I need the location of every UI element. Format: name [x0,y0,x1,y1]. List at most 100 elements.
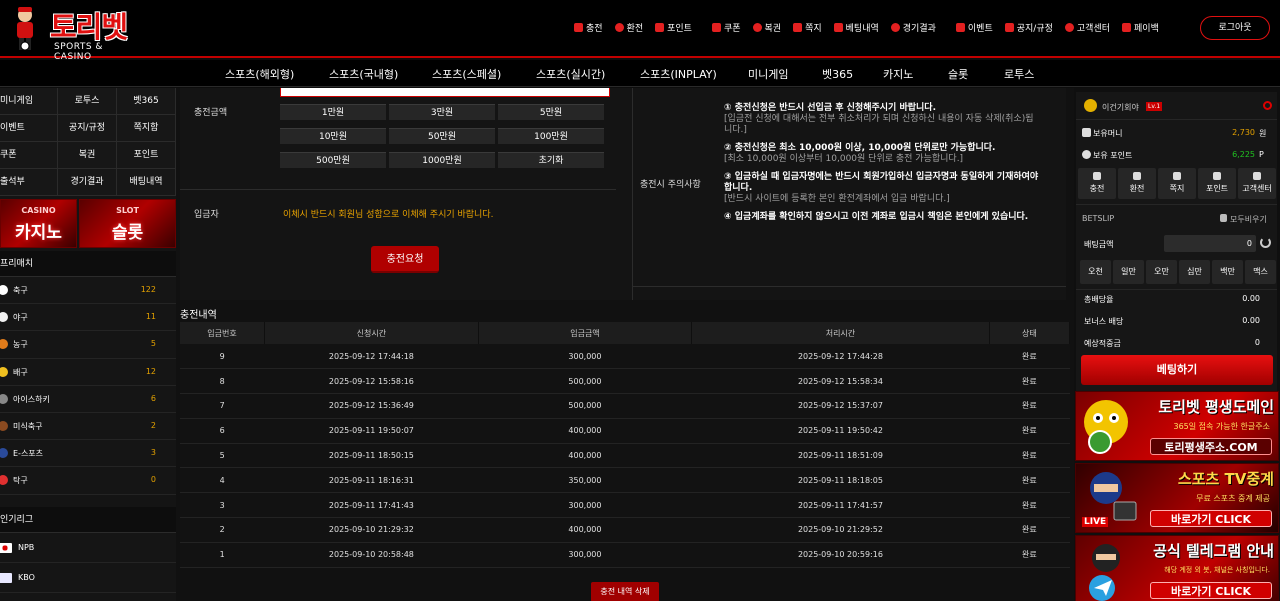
table-row: 9 2025-09-12 17:44:18 300,000 2025-09-12 17… [180,344,1070,370]
table-row: 4 2025-09-11 18:16:31 350,000 2025-09-11 18… [180,467,1070,494]
bet-button[interactable]: 베팅하기 [1081,355,1273,385]
bet-chip-button[interactable]: 오만 [1146,260,1177,284]
casino-banner[interactable]: CASINO 카지노 [0,199,77,248]
sport-item[interactable]: 농구 5 [0,331,176,359]
quick-menu-item[interactable]: 미니게임 [0,88,58,115]
main-nav-item[interactable]: 스포츠(스페셜) [432,66,501,82]
logo[interactable]: 토리벳 SPORTS & CASINO [10,4,135,62]
quick-menu-item[interactable]: 배팅내역 [117,169,176,196]
main-nav-item[interactable]: 벳365 [822,66,853,82]
main-nav-item[interactable]: 스포츠(실시간) [536,66,605,82]
reset-icon[interactable] [1260,237,1271,248]
main-nav-item[interactable]: 슬롯 [948,66,968,82]
amount-button[interactable]: 1만원 [280,104,386,120]
top-nav-item[interactable]: 이벤트 [955,21,993,34]
sport-item[interactable]: 야구 11 [0,304,176,332]
amount-button[interactable]: 10만원 [280,128,386,144]
user-quick-button[interactable]: 충전 [1078,168,1116,199]
column-header: 입금금액 [478,322,693,344]
top-nav-item[interactable]: 베팅내역 [833,21,879,34]
quick-menu-item[interactable]: 공지/규정 [58,115,117,142]
table-cell: 300,000 [478,344,692,370]
main-nav-item[interactable]: 로투스 [1004,66,1034,82]
right-sidebar: 이건기회야 Lv.1 보유머니 2,730 원 보유 포인트 6,225 P 충… [1074,88,1280,601]
sport-item[interactable]: 탁구 0 [0,467,176,495]
top-nav-item[interactable]: 페이백 [1122,21,1159,34]
top-nav-item[interactable]: 환전 [614,21,643,34]
amount-button[interactable]: 50만원 [389,128,495,144]
domain-banner-sub: 365일 접속 가능한 한글주소 [1173,422,1271,431]
top-nav-item[interactable]: 복권 [752,21,781,34]
quick-menu-item[interactable]: 로투스 [58,88,117,115]
quick-menu-item[interactable]: 경기결과 [58,169,117,196]
bet-chip-button[interactable]: 일만 [1113,260,1144,284]
refresh-icon[interactable] [1263,101,1272,110]
amount-button[interactable]: 500만원 [280,152,386,168]
user-quick-button[interactable]: 쪽지 [1158,168,1196,199]
sport-item[interactable]: 배구 12 [0,358,176,386]
league-name: KBO [18,572,35,582]
top-nav-item[interactable]: 포인트 [655,21,692,34]
charge-amount-input[interactable] [280,88,610,97]
table-cell: 2025-09-11 19:50:07 [264,418,479,444]
league-item[interactable]: MLB [0,592,176,601]
league-item[interactable]: KBO [0,562,176,593]
amount-button[interactable]: 5만원 [498,104,604,120]
bet-chip-button[interactable]: 백만 [1212,260,1243,284]
table-cell: 3 [180,492,265,519]
trash-icon[interactable] [1220,214,1227,222]
bet-chip-button[interactable]: 오천 [1080,260,1111,284]
sport-ball-icon [0,285,8,295]
notice-detail: [입금전 신청에 대해서는 전부 취소처리가 되며 신청하신 내용이 자동 삭제… [724,114,1034,124]
wallet-icon [574,23,583,32]
tv-banner[interactable]: LIVE 스포츠 TV중계 무료 스포츠 중계 제공 바로가기 CLICK [1075,463,1279,533]
quick-menu-item[interactable]: 쪽지함 [117,115,176,142]
top-nav-item[interactable]: 경기결과 [890,21,936,34]
bet-chip-button[interactable]: 맥스 [1245,260,1276,284]
quick-menu-item[interactable]: 출석부 [0,169,58,196]
coupon-icon [711,23,721,32]
charge-request-button[interactable]: 충전요청 [371,246,439,273]
amount-button[interactable]: 1000만원 [389,152,495,168]
sport-item[interactable]: 미식축구 2 [0,412,176,441]
main-nav-item[interactable]: 스포츠(INPLAY) [640,66,717,82]
amount-button[interactable]: 100만원 [498,128,604,144]
bet-amount-input[interactable]: 0 [1164,235,1256,252]
top-nav-item[interactable]: 공지/규정 [1004,21,1053,34]
top-nav-item[interactable]: 쪽지 [793,21,822,34]
quick-menu-item[interactable]: 쿠폰 [0,142,58,169]
sport-item[interactable]: E-스포츠 3 [0,440,176,468]
quick-menu-item[interactable]: 포인트 [117,142,176,169]
clear-all-button[interactable]: 모두비우기 [1230,214,1267,225]
top-nav-item[interactable]: 고객센터 [1064,21,1110,34]
quick-menu-item[interactable]: 벳365 [117,88,176,115]
quick-menu-item[interactable]: 복권 [58,142,117,169]
league-item[interactable]: NPB [0,532,176,563]
bet-chip-button[interactable]: 십만 [1179,260,1210,284]
bet-amount-label: 배팅금액 [1084,240,1114,249]
sport-count: 122 [140,285,156,294]
main-nav-item[interactable]: 카지노 [883,66,913,82]
quick-menu-item[interactable]: 이벤트 [0,115,58,142]
sport-item[interactable]: 아이스하키 6 [0,385,176,413]
table-cell: 2025-09-11 18:50:15 [264,443,479,469]
user-quick-button[interactable]: 환전 [1118,168,1156,199]
domain-banner[interactable]: 토리벳 평생도메인 365일 접속 가능한 한글주소 토리평생주소.COM [1075,391,1279,461]
user-quick-label: 충전 [1089,184,1105,193]
main-nav-item[interactable]: 스포츠(국내형) [329,66,398,82]
amount-button[interactable]: 3만원 [389,104,495,120]
table-cell: 300,000 [478,542,692,568]
user-quick-button[interactable]: 고객센터 [1238,168,1276,199]
main-nav-item[interactable]: 미니게임 [748,66,788,82]
sport-item[interactable]: 축구 122 [0,277,176,305]
top-nav-label: 충전 [586,24,603,34]
top-nav-item[interactable]: 충전 [574,21,603,34]
logout-button[interactable]: 로그아웃 [1200,16,1270,40]
delete-history-button[interactable]: 충전 내역 삭제 [591,582,659,601]
user-quick-button[interactable]: 포인트 [1198,168,1236,199]
amount-button[interactable]: 초기화 [498,152,604,168]
slot-banner[interactable]: SLOT 슬롯 [79,199,176,248]
main-nav-item[interactable]: 스포츠(해외형) [225,66,294,82]
telegram-banner[interactable]: 공식 텔레그램 안내 해당 계정 외 봇, 채널은 사칭입니다. 바로가기 CL… [1075,535,1279,601]
top-nav-item[interactable]: 쿠폰 [711,21,741,34]
